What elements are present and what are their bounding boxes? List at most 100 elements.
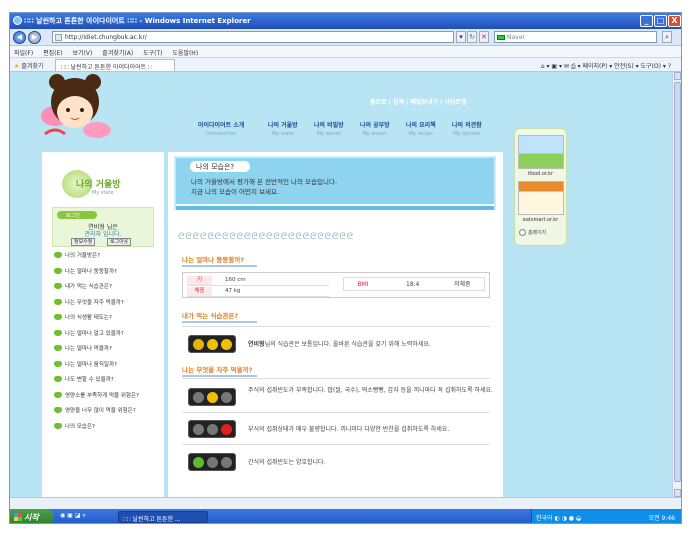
back-icon[interactable]: ◀ xyxy=(13,31,26,44)
sidebar-item[interactable]: 내가 먹는 식습관은? xyxy=(54,282,164,298)
status-bar xyxy=(10,497,681,509)
refresh-icon[interactable]: ↻ xyxy=(467,31,477,43)
heart-icon xyxy=(54,267,62,274)
help-icon[interactable]: ? xyxy=(668,63,671,70)
sidebar-item[interactable]: 나는 얼마나 먹을까? xyxy=(54,344,164,360)
body-measure-table: 키 160 cm 체중 47 kg BMI 18.4 저체중 xyxy=(182,272,490,298)
favorites-bar: ★ 즐겨찾기 ∷∷ 날씬하고 튼튼한 아이다이어트 ∷ ⌂ ▾ ▣ ▾ ✉ ⎙ … xyxy=(10,58,681,72)
edit-info-button[interactable]: 정보수정 xyxy=(71,238,96,246)
scroll-up-icon[interactable] xyxy=(674,72,681,80)
top-links[interactable]: 홈으로 | 검색 | 메일보내기 | 사이트맵 xyxy=(370,97,466,106)
sidebar-item[interactable]: 나도 변할 수 있을까? xyxy=(54,375,164,391)
tray-icons[interactable]: ◐ ◑ ● ◒ xyxy=(554,515,581,522)
menu-help[interactable]: 도움말(H) xyxy=(172,50,198,57)
traffic-light-icon xyxy=(188,335,236,353)
menu-favorites[interactable]: 즐겨찾기(A) xyxy=(102,50,133,57)
ie-logo-icon xyxy=(13,16,22,25)
sidebar-item[interactable]: 나는 얼마나 뚱뚱할까? xyxy=(54,267,164,283)
habit-user-name: 연비형 xyxy=(248,341,265,348)
taskbar-item[interactable]: ∷∷ 날씬하고 튼튼한 ... xyxy=(118,511,208,523)
heart-icon xyxy=(54,314,62,320)
bmi-label: BMI xyxy=(348,280,378,289)
globe-icon xyxy=(519,229,526,236)
height-label: 키 xyxy=(187,276,212,285)
section-title-habits: 내가 먹는 식습관은? xyxy=(182,310,257,323)
nav-my-recipe[interactable]: 나의 요리책 My recipe xyxy=(406,120,436,137)
close-button[interactable]: X xyxy=(668,15,681,27)
site-header: 홈으로 | 검색 | 메일보내기 | 사이트맵 아이다이어트 소개 Introdu… xyxy=(10,72,672,147)
page-body: 나의 거울방 My state 로그인 연비형 님은 관리자 입니다. 정보수정… xyxy=(10,147,672,497)
left-sidebar: 나의 거울방 My state 로그인 연비형 님은 관리자 입니다. 정보수정… xyxy=(42,152,164,497)
scroll-thumb[interactable] xyxy=(674,82,681,482)
food-result-2: 부식의 섭취상태가 매우 불량합니다. 끼니마다 다양한 반찬을 섭취하도록 하… xyxy=(248,426,450,433)
intro-line-1: 나의 거울방에서 평가해 본 전반적인 나의 모습입니다. xyxy=(191,178,338,186)
media-icon[interactable]: ▣ xyxy=(67,512,73,519)
intro-wave xyxy=(176,204,494,210)
favorites-button[interactable]: ★ 즐겨찾기 xyxy=(14,61,43,70)
nav-my-secret[interactable]: 나의 비밀방 My secret xyxy=(314,120,344,137)
dropdown-icon[interactable]: ▾ xyxy=(456,31,466,43)
vertical-scrollbar[interactable] xyxy=(672,72,681,497)
menu-view[interactable]: 보기(V) xyxy=(73,50,93,57)
mail-icon[interactable]: ✉ xyxy=(564,63,569,70)
homepage-link[interactable]: 홈페이지 xyxy=(519,229,546,236)
browser-tab[interactable]: ∷∷ 날씬하고 튼튼한 아이다이어트 ∷ xyxy=(55,59,175,71)
command-bar[interactable]: ⌂ ▾ ▣ ▾ ✉ ⎙ ▾ 페이지(P) ▾ 안전(S) ▾ 도구(O) ▾ ? xyxy=(541,61,671,71)
search-input[interactable]: Naver xyxy=(494,31,657,43)
logout-button[interactable]: 로그아웃 xyxy=(107,238,132,246)
start-button[interactable]: 시작 xyxy=(10,509,54,523)
desktop-icon[interactable]: ◪ xyxy=(75,512,81,519)
sidebar-menu: 나의 거울방은? 나는 얼마나 뚱뚱할까? 내가 먹는 식습관은? 나는 무엇을… xyxy=(54,251,164,437)
tray-text: 한국어 xyxy=(536,515,553,522)
sidebar-item[interactable]: 나는 얼마나 움직일까? xyxy=(54,360,164,376)
heart-icon xyxy=(54,252,62,258)
forward-icon[interactable]: ▶ xyxy=(28,31,41,44)
sidebar-item[interactable]: 나는 무엇을 자주 먹을까? xyxy=(54,298,164,314)
sidebar-item[interactable]: 나의 거울방은? xyxy=(54,251,164,267)
ifood-banner-image[interactable] xyxy=(518,135,564,169)
url-input[interactable]: http://idiet.chungbuk.ac.kr/ xyxy=(52,31,454,43)
user-level: 관리자 입니다. xyxy=(84,231,122,238)
intro-line-2: 지금 나의 모습이 어떤지 보세요. xyxy=(191,188,280,196)
search-icon[interactable]: ⌕ xyxy=(662,31,672,43)
minimize-button[interactable]: _ xyxy=(640,15,653,27)
menu-edit[interactable]: 편집(E) xyxy=(43,50,63,57)
weight-row: 체중 47 kg xyxy=(187,287,329,297)
section-title-foods: 나는 무엇을 자주 먹을까? xyxy=(182,364,257,377)
quick-launch: ◉ ▣ ◪ » xyxy=(60,512,87,519)
section-title-body: 나는 얼마나 뚱뚱할까? xyxy=(182,254,257,267)
bmi-status: 저체중 xyxy=(454,281,471,288)
feed-icon[interactable]: ▣ xyxy=(551,63,557,70)
menu-file[interactable]: 파일(F) xyxy=(14,50,33,57)
sidebar-item[interactable]: 나는 얼마나 알고 있을까? xyxy=(54,329,164,345)
eatsmart-banner-label[interactable]: eatsmart.or.kr xyxy=(515,217,566,223)
menu-bar: 파일(F) 편집(E) 보기(V) 즐겨찾기(A) 도구(T) 도움말(H) xyxy=(10,46,681,58)
sidebar-item[interactable]: 나의 모습은? xyxy=(54,422,164,438)
nav-introduction[interactable]: 아이다이어트 소개 Introduction xyxy=(198,120,244,137)
sidebar-item[interactable]: 영양을 너무 많이 먹을 위험은? xyxy=(54,406,164,422)
search-placeholder: Naver xyxy=(507,34,525,41)
heart-icon xyxy=(54,391,62,398)
ifood-banner-label[interactable]: ifood.or.kr xyxy=(515,171,566,177)
sidebar-title-block: 나의 거울방 My state xyxy=(62,170,122,200)
habit-result: 연비형님의 식습관은 보통입니다. 올바른 식습관을 갖기 위해 노력하세요. xyxy=(248,341,431,348)
heart-icon xyxy=(54,407,62,413)
eatsmart-banner-image[interactable] xyxy=(518,181,564,215)
stop-icon[interactable]: ✕ xyxy=(479,31,489,43)
nav-my-opinion[interactable]: 나의 의견함 My opinion xyxy=(452,120,482,137)
print-icon[interactable]: ⎙ xyxy=(571,63,576,70)
traffic-light-icon xyxy=(188,388,236,406)
nav-my-state[interactable]: 나의 거울방 My state xyxy=(268,120,298,137)
menu-tools[interactable]: 도구(T) xyxy=(143,50,162,57)
heart-icon xyxy=(54,345,62,351)
url-text: http://idiet.chungbuk.ac.kr/ xyxy=(65,34,147,41)
sidebar-item[interactable]: 나의 식생활 태도는? xyxy=(54,313,164,329)
scroll-down-icon[interactable] xyxy=(674,489,681,497)
nav-my-lesson[interactable]: 나의 공부방 My lesson xyxy=(360,120,390,137)
maximize-button[interactable]: □ xyxy=(654,15,667,27)
sidebar-item[interactable]: 영양소를 부족하게 먹을 위험은? xyxy=(54,391,164,407)
ie-quicklaunch-icon[interactable]: ◉ xyxy=(60,512,65,519)
bmi-block: BMI 18.4 저체중 xyxy=(343,277,485,291)
home-icon[interactable]: ⌂ xyxy=(541,63,545,70)
heart-icon xyxy=(54,298,62,305)
